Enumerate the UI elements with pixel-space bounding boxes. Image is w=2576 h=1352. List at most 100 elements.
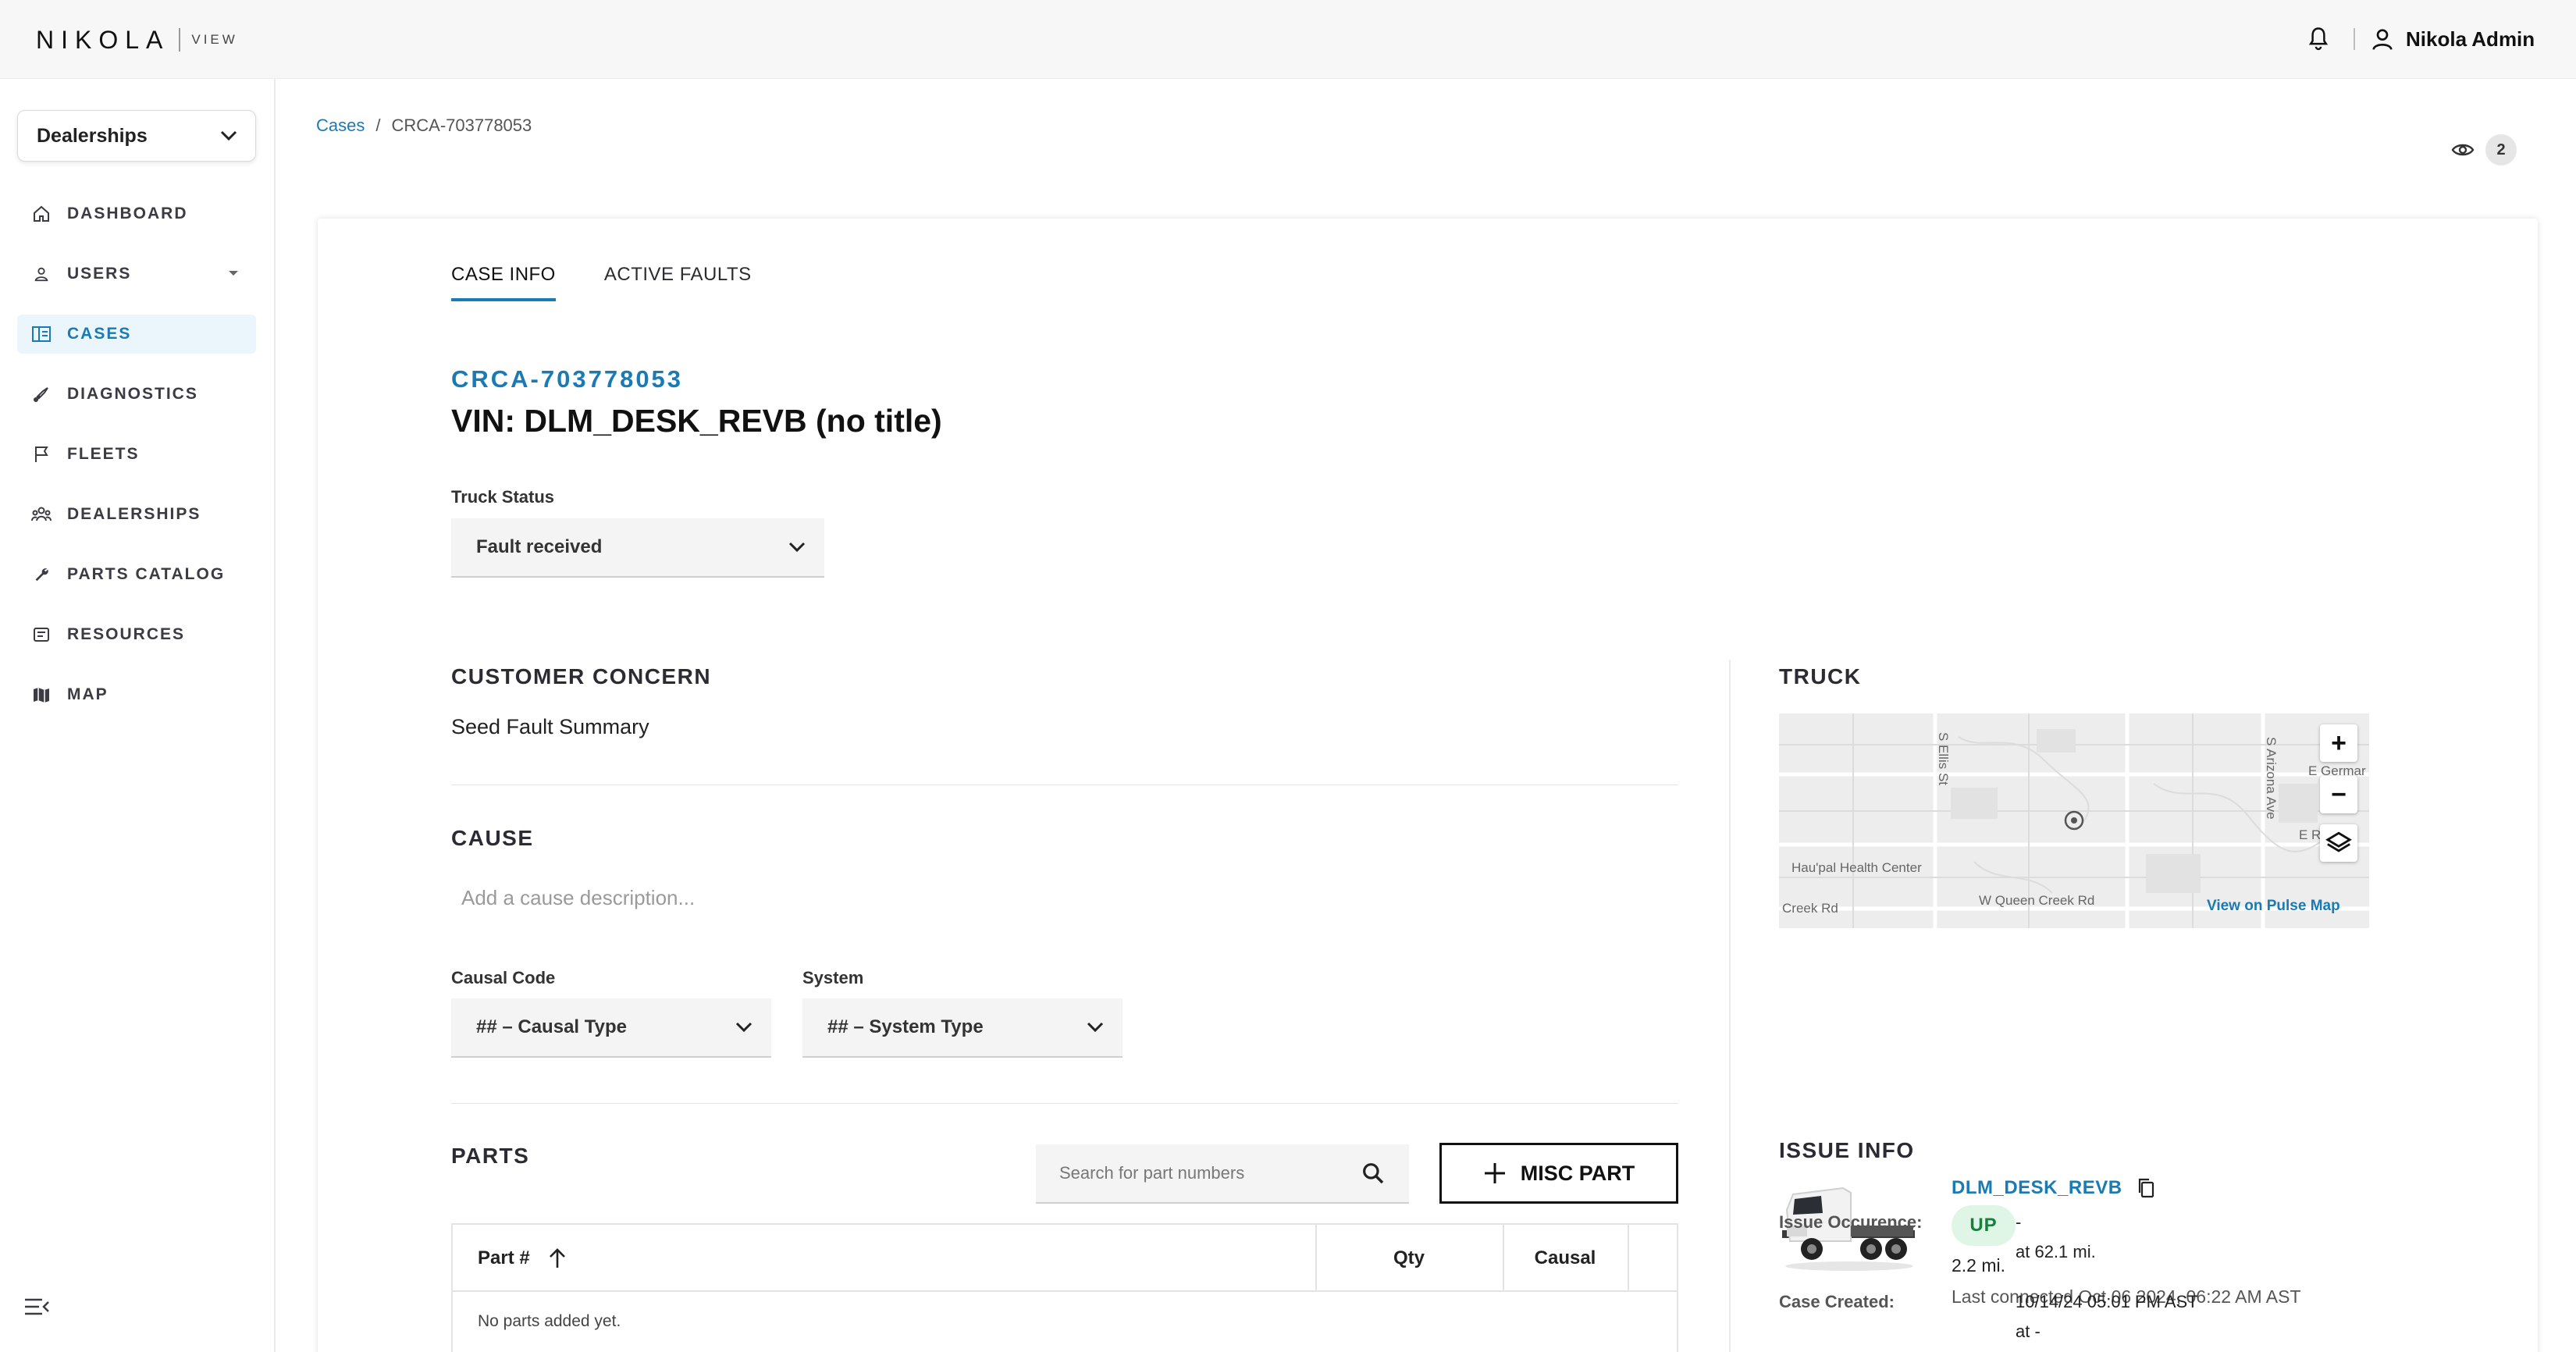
copy-icon[interactable] xyxy=(2137,1177,2155,1199)
column-divider xyxy=(1628,1225,1629,1292)
diagnostics-icon xyxy=(31,384,52,404)
truck-title: TRUCK xyxy=(1779,664,1862,688)
logo-separator xyxy=(179,28,181,52)
map-icon xyxy=(31,685,52,705)
user-name: Nikola Admin xyxy=(2406,27,2535,51)
cases-icon xyxy=(31,324,52,344)
watchers-count: 2 xyxy=(2485,134,2517,165)
breadcrumb-separator: / xyxy=(375,116,381,135)
sidebar-item-dashboard[interactable]: DASHBOARD xyxy=(17,194,256,233)
cause-title: CAUSE xyxy=(451,826,534,850)
watchers[interactable]: 2 xyxy=(2451,134,2517,165)
chevron-down-icon xyxy=(1087,1022,1104,1033)
add-misc-part-button[interactable]: MISC PART xyxy=(1439,1143,1678,1204)
home-icon xyxy=(31,204,52,224)
sidebar: Dealerships DASHBOARD USERS CASES DIAGNO… xyxy=(0,79,276,1352)
sidebar-item-dealerships[interactable]: DEALERSHIPS xyxy=(17,495,256,534)
map-zoom-in-button[interactable]: + xyxy=(2320,724,2357,762)
issue-occurrence-label: Issue Occurence: xyxy=(1779,1212,1923,1232)
sidebar-item-label: MAP xyxy=(67,685,109,703)
chevron-down-icon xyxy=(788,542,806,553)
truck-vin: DLM_DESK_REVB xyxy=(1952,1177,2122,1198)
system-value: ## – System Type xyxy=(827,1016,984,1037)
map-zoom-out-button[interactable]: − xyxy=(2320,776,2357,813)
sidebar-item-label: RESOURCES xyxy=(67,625,186,643)
column-divider xyxy=(1729,660,1731,1352)
truck-status-select[interactable]: Fault received xyxy=(451,518,824,578)
dealerships-select[interactable]: Dealerships xyxy=(17,110,256,162)
flag-icon xyxy=(31,444,52,464)
case-created-label: Case Created: xyxy=(1779,1292,1895,1311)
chevron-down-icon xyxy=(735,1022,753,1033)
user-icon xyxy=(31,264,52,284)
parts-empty-text: No parts added yet. xyxy=(478,1312,621,1330)
caret-down-icon xyxy=(228,267,239,281)
causal-code-select[interactable]: ## – Causal Type xyxy=(451,998,771,1058)
sidebar-item-cases[interactable]: CASES xyxy=(17,315,256,354)
tab-case-info[interactable]: CASE INFO xyxy=(451,264,556,301)
sidebar-nav: DASHBOARD USERS CASES DIAGNOSTICS FLEETS… xyxy=(17,194,256,735)
issue-info-title: ISSUE INFO xyxy=(1779,1138,1915,1162)
parts-table: Part # Qty Causal No parts added yet. xyxy=(451,1223,1678,1352)
dealerships-select-value: Dealerships xyxy=(37,124,148,147)
breadcrumb-cases-link[interactable]: Cases xyxy=(316,116,365,136)
bell-icon[interactable] xyxy=(2303,23,2334,55)
misc-part-label: MISC PART xyxy=(1520,1161,1635,1185)
header-divider xyxy=(2354,28,2355,50)
status-badge: UP xyxy=(1952,1205,2016,1246)
vin-title: VIN: DLM_DESK_REVB (no title) xyxy=(451,403,942,439)
customer-concern-title: CUSTOMER CONCERN xyxy=(451,664,712,688)
collapse-sidebar-icon[interactable] xyxy=(23,1297,52,1320)
sidebar-item-users[interactable]: USERS xyxy=(17,254,256,294)
truck-status-value: Fault received xyxy=(476,536,603,557)
truck-map[interactable]: S Ellis St S Arizona Ave E Germar E Ri H… xyxy=(1779,713,2369,928)
view-on-pulse-map-link[interactable]: View on Pulse Map xyxy=(2207,898,2340,915)
top-header: NIKOLA VIEW Nikola Admin xyxy=(0,0,2576,79)
column-part-number[interactable]: Part # xyxy=(478,1225,566,1292)
column-causal: Causal xyxy=(1534,1247,1596,1268)
case-panel: CASE INFO ACTIVE FAULTS CRCA-703778053 V… xyxy=(318,219,2538,1352)
case-created-value: 10/14/24 05:01 PM AST xyxy=(2016,1292,2198,1311)
logo-subtitle: VIEW xyxy=(191,32,238,47)
column-label: Part # xyxy=(478,1247,530,1268)
sidebar-item-parts-catalog[interactable]: PARTS CATALOG xyxy=(17,555,256,594)
case-id: CRCA-703778053 xyxy=(451,365,684,393)
column-qty: Qty xyxy=(1393,1247,1425,1268)
breadcrumb: Cases / CRCA-703778053 xyxy=(316,116,532,136)
system-select[interactable]: ## – System Type xyxy=(802,998,1123,1058)
causal-code-value: ## – Causal Type xyxy=(476,1016,627,1037)
sidebar-item-map[interactable]: MAP xyxy=(17,675,256,714)
truck-distance: 2.2 mi. xyxy=(1952,1255,2006,1276)
case-tabs: CASE INFO ACTIVE FAULTS xyxy=(451,264,752,301)
parts-table-header: Part # Qty Causal xyxy=(453,1225,1677,1292)
sidebar-item-label: USERS xyxy=(67,265,132,283)
divider xyxy=(451,1103,1678,1104)
resources-icon xyxy=(31,624,52,645)
plus-icon xyxy=(1484,1163,1505,1183)
breadcrumb-current: CRCA-703778053 xyxy=(391,116,532,135)
user-icon xyxy=(2372,29,2393,50)
sidebar-item-label: DIAGNOSTICS xyxy=(67,385,198,403)
cause-description-input[interactable]: Add a cause description... xyxy=(461,886,695,910)
sidebar-item-label: DASHBOARD xyxy=(67,205,188,222)
system-label: System xyxy=(802,968,864,987)
parts-search-input[interactable] xyxy=(1059,1163,1356,1183)
sidebar-item-resources[interactable]: RESOURCES xyxy=(17,615,256,654)
tab-active-faults[interactable]: ACTIVE FAULTS xyxy=(604,264,752,301)
truck-vin-link[interactable]: DLM_DESK_REVB xyxy=(1952,1177,2155,1199)
case-created-at: at - xyxy=(2016,1322,2041,1341)
map-street-label: S Arizona Ave xyxy=(2264,737,2279,820)
parts-title: PARTS xyxy=(451,1144,530,1168)
nikola-logo[interactable]: NIKOLA VIEW xyxy=(36,22,238,58)
sidebar-item-diagnostics[interactable]: DIAGNOSTICS xyxy=(17,375,256,414)
causal-code-label: Causal Code xyxy=(451,968,556,987)
parts-search xyxy=(1036,1144,1409,1204)
wrench-icon xyxy=(31,564,52,585)
sort-ascending-icon xyxy=(549,1248,565,1268)
sidebar-item-fleets[interactable]: FLEETS xyxy=(17,435,256,474)
user-menu[interactable]: Nikola Admin xyxy=(2370,22,2535,56)
chevron-down-icon xyxy=(220,130,237,141)
search-icon[interactable] xyxy=(1361,1161,1386,1186)
map-layers-icon[interactable] xyxy=(2320,824,2357,862)
map-street-label: W Queen Creek Rd xyxy=(1979,893,2095,908)
